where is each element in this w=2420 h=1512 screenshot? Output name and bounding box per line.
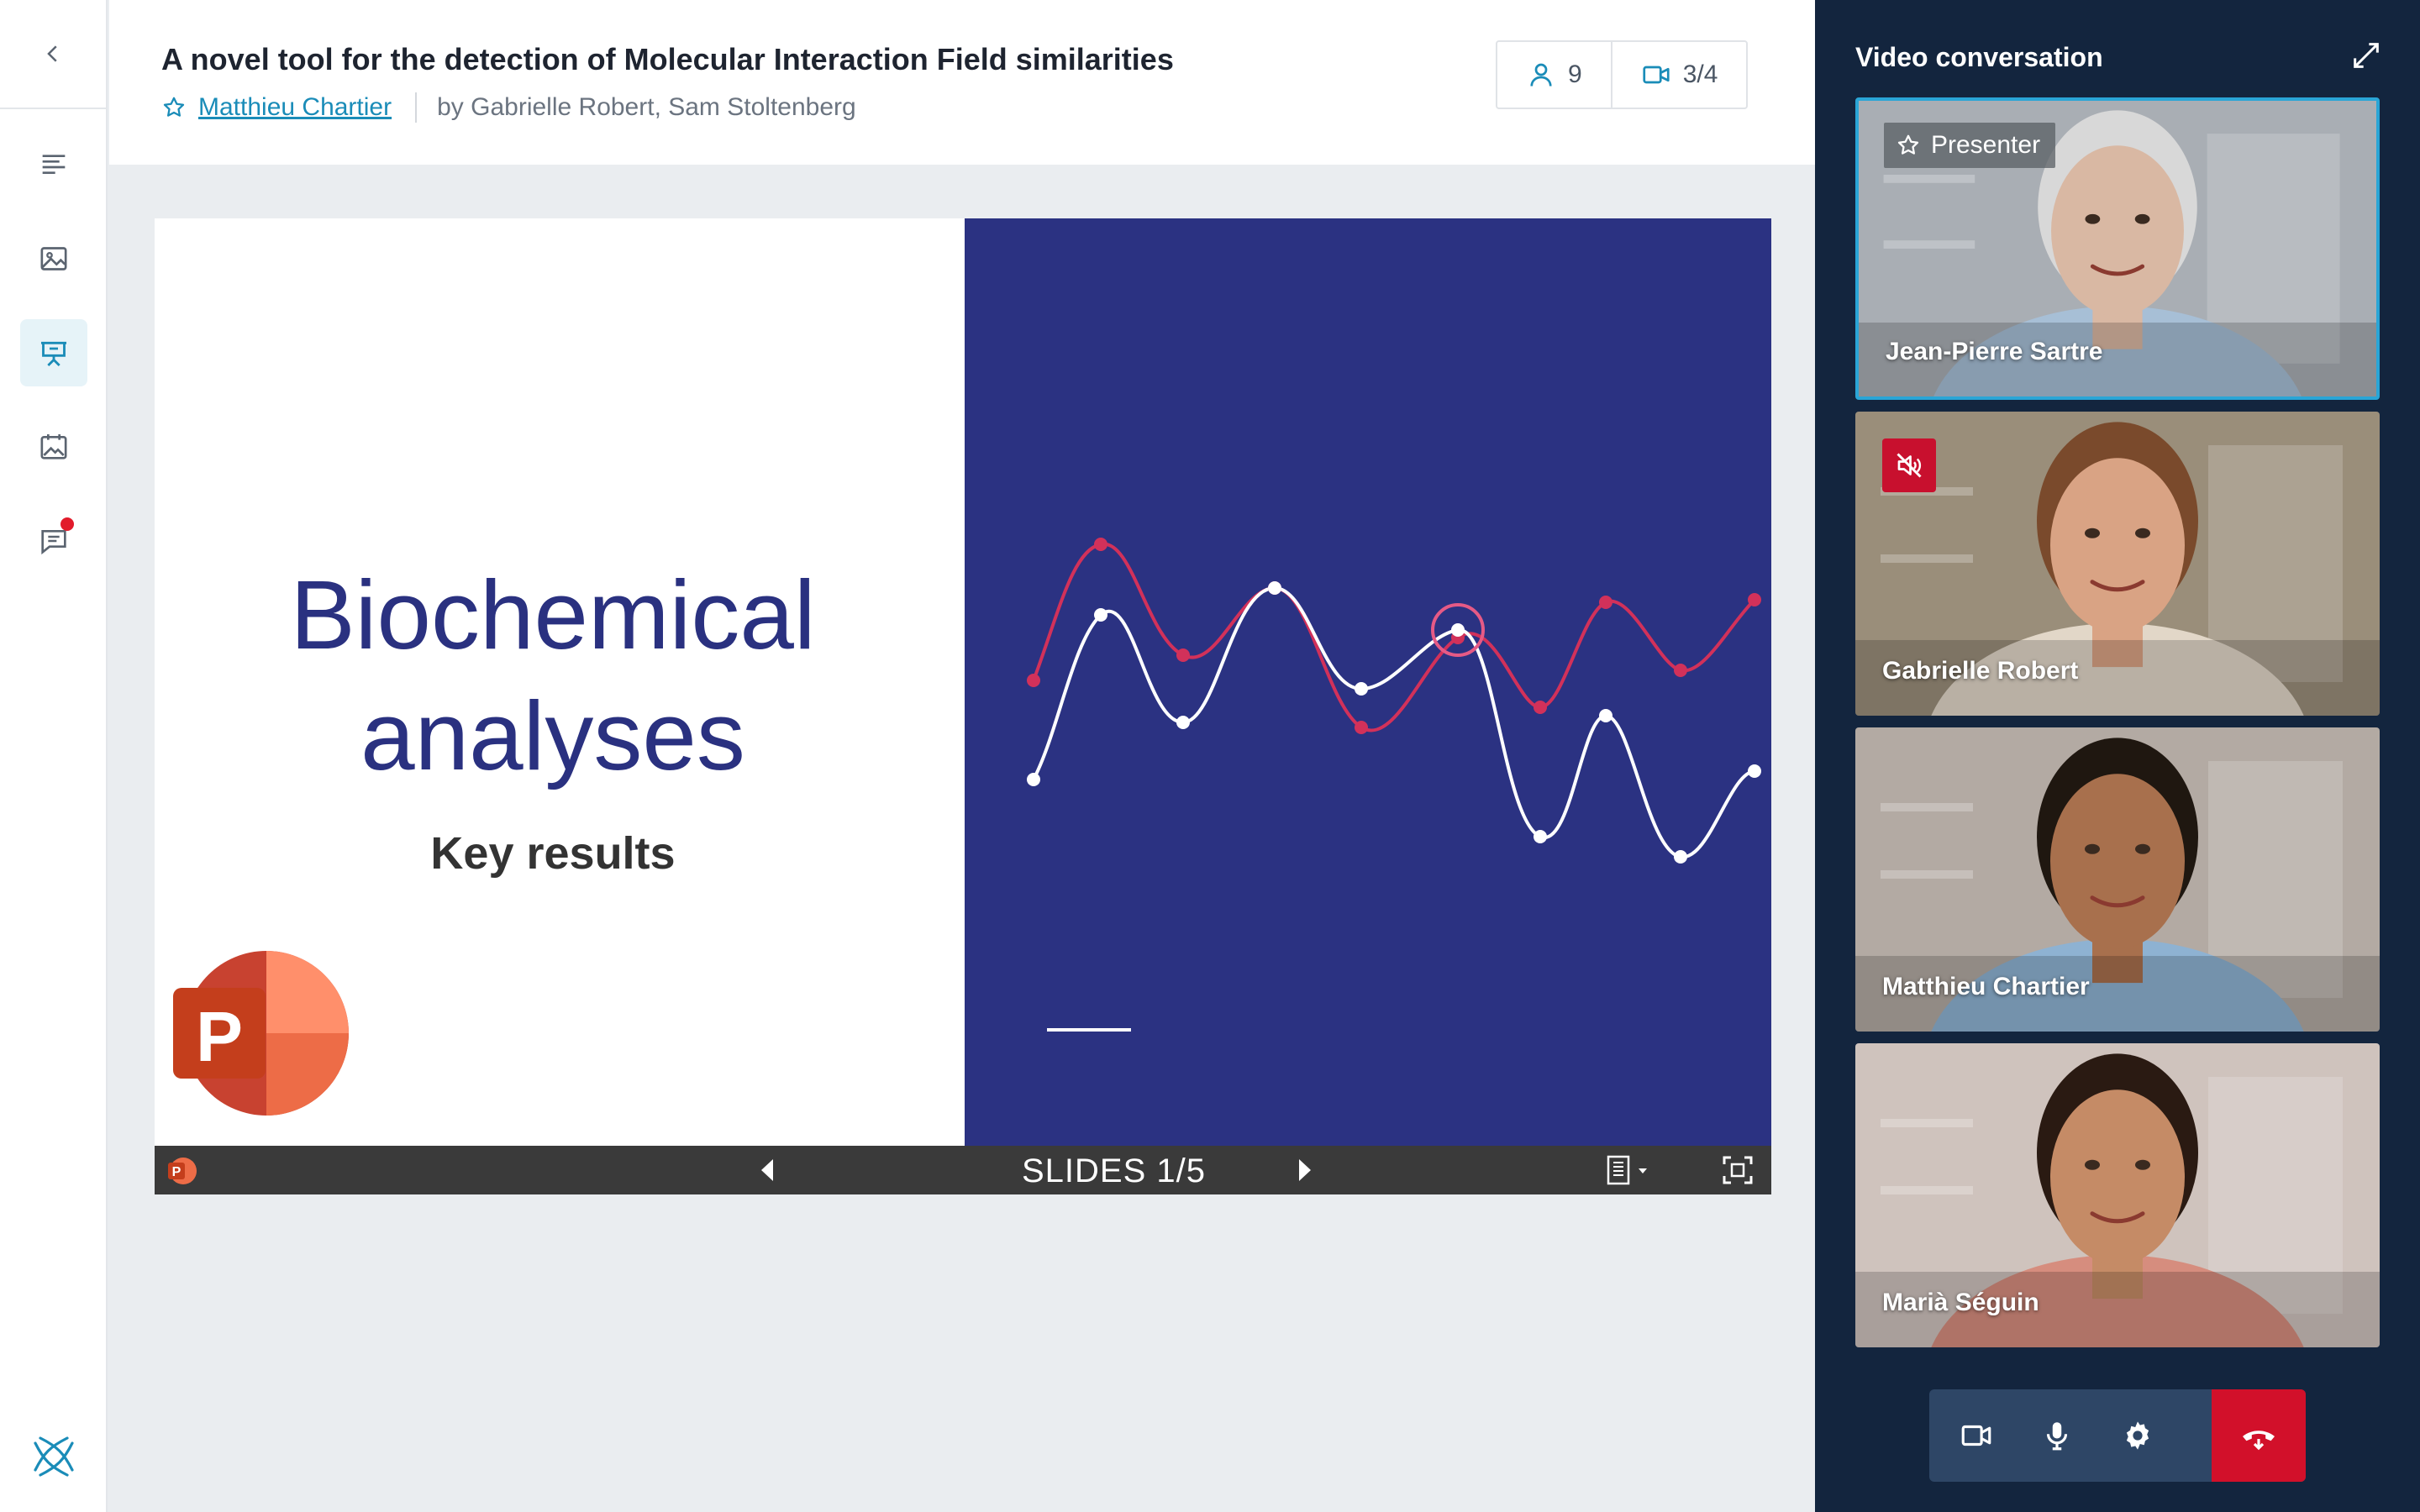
background-shelf: [1881, 1186, 1973, 1194]
participant-eye: [2135, 1159, 2150, 1170]
participant-eye: [2135, 843, 2150, 854]
calendar-image-icon: [40, 434, 67, 459]
sidebar-item-posters[interactable]: [20, 413, 87, 480]
participant-name: Gabrielle Robert: [1882, 657, 2079, 685]
muted-badge: [1882, 438, 1936, 492]
video-tile-matthieu-chartier[interactable]: Matthieu Chartier: [1855, 727, 2380, 1032]
session-counters: 9 3/4: [1496, 40, 1749, 109]
participant-face: [2050, 458, 2185, 633]
slide-heading: Biochemical analyses: [155, 554, 951, 796]
participant-name: Jean-Pierre Sartre: [1886, 338, 2103, 365]
participants-counter[interactable]: 9: [1497, 42, 1611, 108]
previous-slide-button[interactable]: [753, 1156, 781, 1184]
participant-name: Marià Séguin: [1882, 1289, 2039, 1316]
video-camera-icon: [1643, 66, 1670, 84]
participant-eye: [2085, 213, 2101, 224]
decorative-wave-graphic: [1027, 538, 1761, 864]
star-outline-icon: [1897, 134, 1919, 155]
video-count: 3/4: [1682, 60, 1718, 88]
session-title: A novel tool for the detection of Molecu…: [161, 42, 1174, 76]
sidebar-item-chat[interactable]: [20, 507, 87, 575]
svg-text:P: P: [196, 997, 243, 1076]
slide-subheading: Key results: [430, 828, 676, 879]
slide-toolbar: P SLIDES 1/5: [155, 1146, 1771, 1194]
decorative-underline: [1047, 1028, 1131, 1032]
call-controls: [1929, 1389, 2306, 1482]
notes-dropdown-button[interactable]: [1605, 1154, 1659, 1186]
participant-eye: [2135, 528, 2150, 538]
powerpoint-logo-icon: P: [173, 951, 349, 1116]
presenter-badge-label: Presenter: [1931, 131, 2041, 159]
slide-heading-line2: analyses: [360, 681, 745, 790]
sidebar-item-media[interactable]: [20, 225, 87, 292]
video-camera-icon: [1961, 1425, 1991, 1446]
participant-face: [2051, 145, 2184, 317]
video-tile-gabrielle-robert[interactable]: Gabrielle Robert: [1855, 412, 2380, 716]
video-panel-title: Video conversation: [1855, 42, 2103, 72]
background-shelf: [1883, 175, 1975, 183]
participants-count: 9: [1568, 60, 1582, 88]
session-header: A novel tool for the detection of Molecu…: [109, 0, 1815, 165]
background-shelf: [1881, 870, 1973, 879]
background-shelf: [1883, 240, 1975, 249]
end-call-button[interactable]: [2212, 1389, 2306, 1482]
microphone-icon: [2046, 1422, 2068, 1451]
video-tile-jean-pierre-sartre[interactable]: Presenter Jean-Pierre Sartre: [1855, 97, 2380, 400]
background-shelf: [1881, 803, 1973, 811]
slide-heading-line1: Biochemical: [290, 560, 816, 669]
svg-text:P: P: [172, 1165, 182, 1179]
notification-dot: [60, 517, 74, 531]
presentation-board-icon: [41, 341, 66, 367]
session-authors: by Gabrielle Robert, Sam Stoltenberg: [437, 93, 856, 121]
camera-toggle-button[interactable]: [1936, 1389, 2017, 1482]
participant-eye: [2085, 1159, 2100, 1170]
background-shelf: [1881, 1119, 1973, 1127]
participant-eye: [2085, 528, 2100, 538]
settings-button[interactable]: [2097, 1389, 2178, 1482]
app-logo-icon: [34, 1436, 74, 1477]
left-sidebar: [0, 0, 108, 1512]
chevron-left-icon: [47, 45, 57, 62]
expand-icon[interactable]: [2349, 39, 2383, 72]
microphone-toggle-button[interactable]: [2017, 1389, 2097, 1482]
presentation-slide: Biochemical analyses Key results P: [155, 218, 1771, 1146]
presenter-link[interactable]: Matthieu Chartier: [198, 93, 392, 122]
meta-divider: [415, 92, 418, 123]
participant-eye: [2085, 843, 2100, 854]
person-icon: [1530, 63, 1552, 87]
gear-icon: [2126, 1421, 2149, 1450]
slide-counter-label: SLIDES 1/5: [1022, 1152, 1207, 1189]
participant-face: [2050, 1089, 2185, 1265]
participant-face: [2050, 774, 2185, 949]
phone-hangup-icon: [2243, 1431, 2275, 1451]
video-tile-maria-seguin[interactable]: Marià Séguin: [1855, 1043, 2380, 1347]
background-shelf: [1881, 554, 1973, 563]
sidebar-item-agenda[interactable]: [20, 129, 87, 197]
participant-eye: [2134, 213, 2150, 224]
image-icon: [40, 247, 67, 270]
participant-name: Matthieu Chartier: [1882, 973, 2090, 1000]
powerpoint-small-icon: P: [168, 1158, 197, 1184]
presenter-badge: Presenter: [1884, 123, 2056, 168]
next-slide-button[interactable]: [1291, 1156, 1319, 1184]
star-icon: [163, 97, 185, 117]
speaker-muted-icon: [1897, 453, 1922, 478]
sidebar-item-presentation[interactable]: [20, 319, 87, 386]
fullscreen-button[interactable]: [1721, 1154, 1754, 1186]
video-panel: Video conversation Presenter Jean-Pierre…: [1815, 0, 2420, 1512]
video-counter[interactable]: 3/4: [1610, 42, 1747, 108]
back-button[interactable]: [0, 0, 106, 109]
lines-icon: [42, 155, 66, 174]
session-meta: Matthieu Chartier by Gabrielle Robert, S…: [161, 92, 856, 123]
